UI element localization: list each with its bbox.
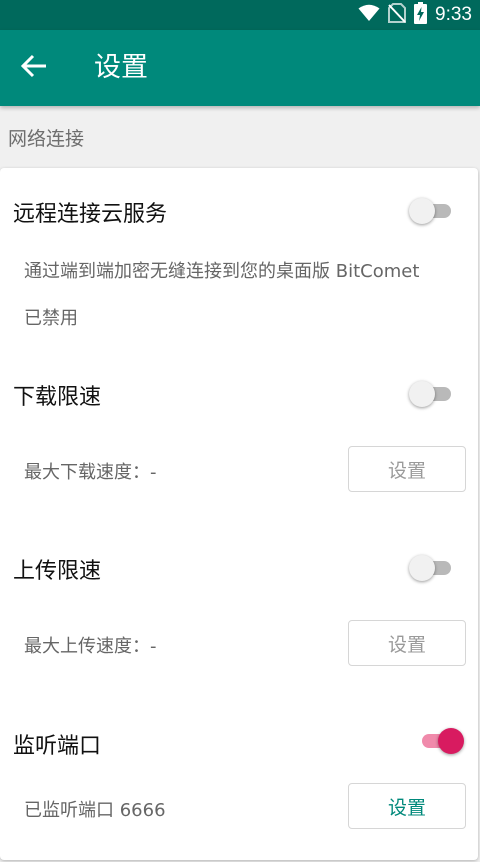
download-limit-set-button[interactable]: 设置 (348, 446, 466, 492)
cloud-service-status: 已禁用 (24, 308, 78, 329)
listen-port-title: 监听端口 (13, 734, 102, 759)
battery-charging-icon (414, 2, 428, 28)
cloud-service-description: 通过端到端加密无缝连接到您的桌面版 BitComet (24, 261, 420, 282)
download-limit-title: 下载限速 (13, 385, 102, 410)
listen-port-set-button[interactable]: 设置 (348, 783, 466, 829)
listen-port-toggle[interactable] (418, 726, 464, 756)
upload-limit-set-button[interactable]: 设置 (348, 620, 466, 666)
listen-port-status: 已监听端口 6666 (24, 800, 166, 821)
status-time: 9:33 (435, 4, 472, 25)
cloud-service-title: 远程连接云服务 (13, 202, 168, 227)
download-limit-status: 最大下载速度：- (24, 462, 157, 483)
status-bar: 9:33 (0, 0, 480, 30)
back-button[interactable] (14, 50, 54, 86)
upload-limit-title: 上传限速 (13, 559, 102, 584)
arrow-back-icon (20, 54, 47, 82)
download-limit-toggle[interactable] (409, 379, 455, 409)
upload-limit-toggle[interactable] (409, 553, 455, 583)
settings-card: 远程连接云服务 通过端到端加密无缝连接到您的桌面版 BitComet 已禁用 下… (0, 168, 478, 860)
status-icons: 9:33 (358, 2, 472, 28)
wifi-icon (358, 4, 380, 26)
section-header: 网络连接 (8, 128, 85, 150)
app-bar: 设置 (0, 30, 480, 106)
no-sim-icon (388, 3, 407, 27)
upload-limit-status: 最大上传速度：- (24, 636, 157, 657)
cloud-service-toggle[interactable] (409, 196, 455, 226)
page-title: 设置 (94, 52, 148, 83)
